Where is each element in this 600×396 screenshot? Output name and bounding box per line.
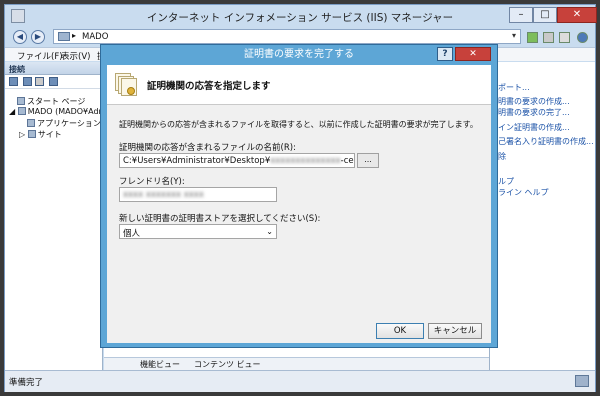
file-name-label: 証明機関の応答が含まれるファイルの名前(R):: [119, 143, 296, 153]
stop-icon[interactable]: [543, 32, 554, 43]
dialog-body: 証明機関の応答を指定します 証明機関からの応答が含まれるファイルを取得すると、以…: [107, 65, 491, 343]
menu-file[interactable]: ファイル(F): [17, 50, 63, 62]
complete-certificate-request-dialog: 証明書の要求を完了する ? ✕ 証明機関の応答を指定します 証明機関からの応答が…: [100, 44, 498, 348]
status-bar: 準備完了: [5, 370, 595, 392]
action-create-domain-cert[interactable]: イン証明書の作成...: [498, 122, 570, 133]
actions-pane: ポート... 明書の要求の作成... 明書の要求の完了... イン証明書の作成.…: [489, 62, 595, 370]
tree-item-sites[interactable]: ▷ サイト: [19, 129, 62, 140]
chevron-down-icon: ⌄: [266, 227, 273, 236]
action-remove[interactable]: 除: [498, 151, 506, 162]
address-path: MADO: [82, 32, 109, 42]
app-pool-icon: [27, 119, 35, 127]
view-tabs: 機能ビュー コンテンツ ビュー: [104, 357, 489, 370]
tab-content-view[interactable]: コンテンツ ビュー: [194, 359, 261, 370]
connections-toolbar: [5, 75, 102, 89]
dialog-header: 証明機関の応答を指定します: [107, 65, 491, 105]
dialog-close-button[interactable]: ✕: [455, 47, 491, 61]
start-page-icon: [17, 97, 25, 105]
connection-icon[interactable]: [49, 77, 58, 86]
sites-icon: [27, 130, 36, 138]
store-label: 新しい証明書の証明書ストアを選択してください(S):: [119, 214, 321, 224]
action-create-self-signed[interactable]: 己署名入り証明書の作成...: [498, 136, 594, 147]
home-icon[interactable]: [559, 32, 570, 43]
friendly-name-label: フレンドリ名(Y):: [119, 177, 185, 187]
action-help[interactable]: ルプ: [498, 176, 514, 187]
forward-icon[interactable]: ▶: [31, 30, 45, 44]
maximize-button[interactable]: □: [533, 7, 557, 23]
save-icon[interactable]: [23, 77, 32, 86]
window-title: インターネット インフォメーション サービス (IIS) マネージャー: [146, 12, 454, 24]
certificate-store-select[interactable]: 個人 ⌄: [119, 224, 277, 239]
browse-button[interactable]: ...: [357, 153, 379, 168]
help-icon[interactable]: [577, 32, 588, 43]
connections-header: 接続: [5, 62, 102, 75]
address-field[interactable]: ▸ MADO ▾: [53, 29, 521, 44]
ok-button[interactable]: OK: [376, 323, 424, 339]
title-bar: インターネット インフォメーション サービス (IIS) マネージャー – □ …: [5, 5, 597, 27]
network-icon: [575, 375, 589, 387]
cancel-button[interactable]: キャンセル: [428, 323, 482, 339]
connect-icon[interactable]: [9, 77, 18, 86]
address-dropdown-icon[interactable]: ▾: [512, 31, 516, 40]
connections-pane: 接続 スタート ページ ◢ MADO (MADO¥Adm アプリケーション プー…: [5, 62, 119, 370]
friendly-name-input[interactable]: xxxx xxxxxxx xxxx: [119, 187, 277, 202]
action-complete-request[interactable]: 明書の要求の完了...: [498, 107, 570, 118]
status-text: 準備完了: [9, 378, 44, 388]
dialog-heading: 証明機関の応答を指定します: [147, 81, 271, 92]
tab-features-view[interactable]: 機能ビュー: [140, 359, 180, 370]
blurred-file-name: xxxxxxxxxxxxxx: [270, 156, 341, 166]
close-button[interactable]: ✕: [557, 7, 597, 23]
path-separator: ▸: [72, 31, 77, 40]
up-icon[interactable]: [35, 77, 44, 86]
server-icon: [17, 107, 26, 115]
certificate-icon: [115, 73, 137, 97]
back-icon[interactable]: ◀: [13, 30, 27, 44]
server-icon: [58, 32, 70, 41]
blurred-friendly-name: xxxx xxxxxxx xxxx: [123, 190, 204, 200]
tree-item-server[interactable]: ◢ MADO (MADO¥Adm: [9, 107, 106, 116]
action-export[interactable]: ポート...: [498, 82, 530, 93]
refresh-icon[interactable]: [527, 32, 538, 43]
file-name-input[interactable]: C:¥Users¥Administrator¥Desktop¥xxxxxxxxx…: [119, 153, 355, 168]
minimize-button[interactable]: –: [509, 7, 533, 23]
action-create-request[interactable]: 明書の要求の作成...: [498, 96, 570, 107]
tree-item-start-page[interactable]: スタート ページ: [17, 96, 85, 107]
menu-view[interactable]: 表示(V): [61, 50, 90, 62]
dialog-description: 証明機関からの応答が含まれるファイルを取得すると、以前に作成した証明書の要求が完…: [119, 120, 478, 129]
action-online-help[interactable]: ライン ヘルプ: [498, 187, 549, 198]
dialog-help-button[interactable]: ?: [437, 47, 453, 61]
